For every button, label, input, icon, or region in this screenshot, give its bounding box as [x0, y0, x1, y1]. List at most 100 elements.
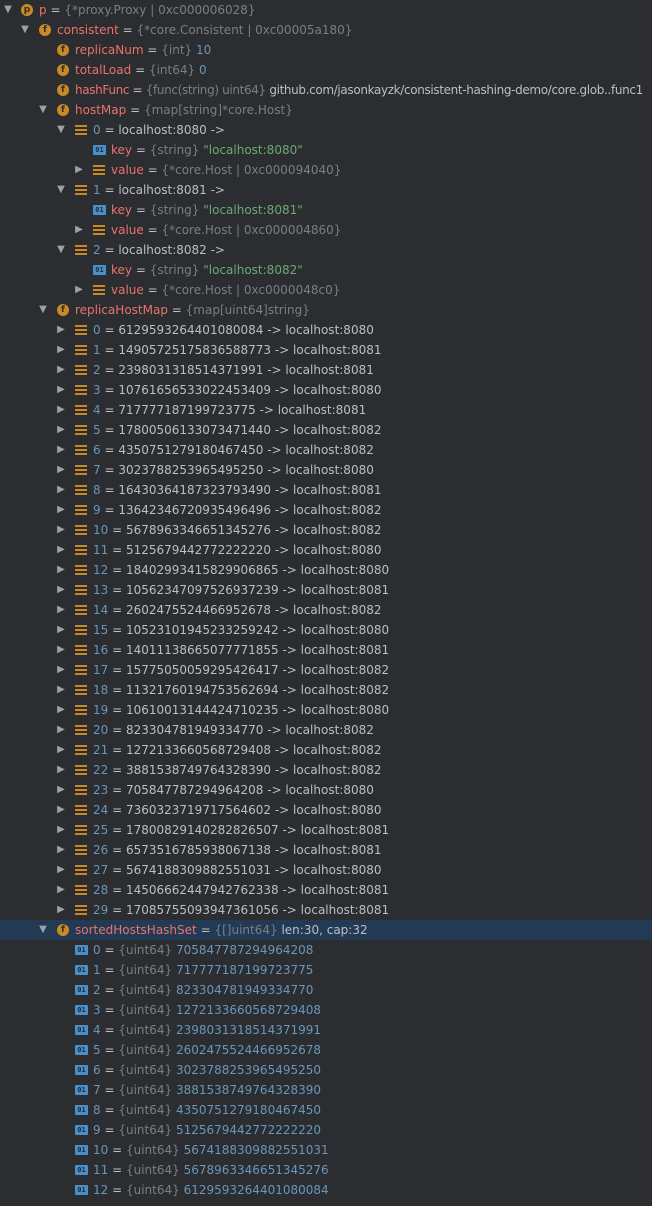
replica-map-entry[interactable]: ▶ 8 = 16430364187323793490 -> localhost:8… — [0, 480, 652, 500]
chevron-right-icon[interactable]: ▶ — [55, 780, 67, 800]
replica-map-entry[interactable]: ▶ 0 = 6129593264401080084 -> localhost:80… — [0, 320, 652, 340]
replica-map-entry[interactable]: ▶ 15 = 10523101945233259242 -> localhost:… — [0, 620, 652, 640]
replica-map-entry[interactable]: ▶ 10 = 5678963346651345276 -> localhost:8… — [0, 520, 652, 540]
chevron-right-icon[interactable]: ▶ — [55, 740, 67, 760]
replica-map-entry[interactable]: ▶ 4 = 717777187199723775 -> localhost:808… — [0, 400, 652, 420]
replica-map-entry[interactable]: ▶ 12 = 18402993415829906865 -> localhost:… — [0, 560, 652, 580]
chevron-right-icon[interactable]: ▶ — [55, 380, 67, 400]
chevron-right-icon[interactable]: ▶ — [55, 560, 67, 580]
chevron-right-icon[interactable]: ▶ — [55, 500, 67, 520]
chevron-right-icon[interactable]: ▶ — [55, 520, 67, 540]
replica-map-entry[interactable]: ▶ 28 = 14506662447942762338 -> localhost:… — [0, 880, 652, 900]
tree-row-replicaNum[interactable]: f replicaNum = {int} 10 — [0, 40, 652, 60]
slice-element[interactable]: 01 12 = {uint64} 6129593264401080084 — [0, 1180, 652, 1200]
slice-element[interactable]: 01 0 = {uint64} 705847787294964208 — [0, 940, 652, 960]
replica-map-entry[interactable]: ▶ 13 = 10562347097526937239 -> localhost:… — [0, 580, 652, 600]
entry-value-row[interactable]: ▶ value = {*core.Host | 0xc0000048c0} — [0, 280, 652, 300]
chevron-right-icon[interactable]: ▶ — [73, 280, 85, 300]
chevron-right-icon[interactable]: ▶ — [55, 620, 67, 640]
chevron-right-icon[interactable]: ▶ — [55, 720, 67, 740]
replica-map-entry[interactable]: ▶ 3 = 10761656533022453409 -> localhost:8… — [0, 380, 652, 400]
chevron-right-icon[interactable]: ▶ — [55, 540, 67, 560]
tree-row-sortedHostsHashSet[interactable]: ▼ f sortedHostsHashSet = {[]uint64} len:… — [0, 920, 652, 940]
chevron-right-icon[interactable]: ▶ — [73, 220, 85, 240]
replica-map-entry[interactable]: ▶ 29 = 17085755093947361056 -> localhost:… — [0, 900, 652, 920]
replica-map-entry[interactable]: ▶ 16 = 14011138665077771855 -> localhost:… — [0, 640, 652, 660]
replica-map-entry[interactable]: ▶ 14 = 2602475524466952678 -> localhost:8… — [0, 600, 652, 620]
chevron-right-icon[interactable]: ▶ — [73, 160, 85, 180]
tree-row-totalLoad[interactable]: f totalLoad = {int64} 0 — [0, 60, 652, 80]
chevron-right-icon[interactable]: ▶ — [55, 360, 67, 380]
replica-map-entry[interactable]: ▶ 22 = 3881538749764328390 -> localhost:8… — [0, 760, 652, 780]
replica-map-entry[interactable]: ▶ 7 = 3023788253965495250 -> localhost:80… — [0, 460, 652, 480]
replica-map-entry[interactable]: ▶ 6 = 4350751279180467450 -> localhost:80… — [0, 440, 652, 460]
chevron-down-icon[interactable]: ▼ — [37, 920, 49, 940]
chevron-right-icon[interactable]: ▶ — [55, 460, 67, 480]
replica-map-entry[interactable]: ▶ 11 = 5125679442772222220 -> localhost:8… — [0, 540, 652, 560]
chevron-right-icon[interactable]: ▶ — [55, 340, 67, 360]
replica-map-entry[interactable]: ▶ 23 = 705847787294964208 -> localhost:80… — [0, 780, 652, 800]
chevron-right-icon[interactable]: ▶ — [55, 680, 67, 700]
chevron-right-icon[interactable]: ▶ — [55, 880, 67, 900]
slice-element[interactable]: 01 10 = {uint64} 5674188309882551031 — [0, 1140, 652, 1160]
chevron-right-icon[interactable]: ▶ — [55, 400, 67, 420]
replica-map-entry[interactable]: ▶ 27 = 5674188309882551031 -> localhost:8… — [0, 860, 652, 880]
chevron-right-icon[interactable]: ▶ — [55, 840, 67, 860]
chevron-down-icon[interactable]: ▼ — [37, 300, 49, 320]
chevron-right-icon[interactable]: ▶ — [55, 440, 67, 460]
chevron-down-icon[interactable]: ▼ — [19, 20, 31, 40]
slice-element[interactable]: 01 3 = {uint64} 1272133660568729408 — [0, 1000, 652, 1020]
slice-element[interactable]: 01 7 = {uint64} 3881538749764328390 — [0, 1080, 652, 1100]
tree-row-consistent[interactable]: ▼ f consistent = {*core.Consistent | 0xc… — [0, 20, 652, 40]
replica-map-entry[interactable]: ▶ 20 = 823304781949334770 -> localhost:80… — [0, 720, 652, 740]
entry-key-row[interactable]: 01 key = {string} "localhost:8081" — [0, 200, 652, 220]
entry-value-row[interactable]: ▶ value = {*core.Host | 0xc000004860} — [0, 220, 652, 240]
slice-element[interactable]: 01 4 = {uint64} 2398031318514371991 — [0, 1020, 652, 1040]
chevron-right-icon[interactable]: ▶ — [55, 320, 67, 340]
slice-element[interactable]: 01 11 = {uint64} 5678963346651345276 — [0, 1160, 652, 1180]
replica-map-entry[interactable]: ▶ 5 = 17800506133073471440 -> localhost:8… — [0, 420, 652, 440]
chevron-right-icon[interactable]: ▶ — [55, 900, 67, 920]
replica-map-entry[interactable]: ▶ 24 = 7360323719717564602 -> localhost:8… — [0, 800, 652, 820]
slice-element[interactable]: 01 9 = {uint64} 5125679442772222220 — [0, 1120, 652, 1140]
replica-map-entry[interactable]: ▶ 21 = 1272133660568729408 -> localhost:8… — [0, 740, 652, 760]
slice-element[interactable]: 01 2 = {uint64} 823304781949334770 — [0, 980, 652, 1000]
chevron-right-icon[interactable]: ▶ — [55, 660, 67, 680]
chevron-down-icon[interactable]: ▼ — [55, 240, 67, 260]
slice-element[interactable]: 01 6 = {uint64} 3023788253965495250 — [0, 1060, 652, 1080]
replica-map-entry[interactable]: ▶ 9 = 13642346720935496496 -> localhost:8… — [0, 500, 652, 520]
tree-row-hashFunc[interactable]: f hashFunc = {func(string) uint64} githu… — [0, 80, 652, 100]
chevron-right-icon[interactable]: ▶ — [55, 860, 67, 880]
entry-key-row[interactable]: 01 key = {string} "localhost:8082" — [0, 260, 652, 280]
chevron-down-icon[interactable]: ▼ — [55, 180, 67, 200]
chevron-right-icon[interactable]: ▶ — [55, 640, 67, 660]
replica-map-entry[interactable]: ▶ 19 = 10610013144424710235 -> localhost:… — [0, 700, 652, 720]
tree-row-p[interactable]: ▼ p p = {*proxy.Proxy | 0xc000006028} — [0, 0, 652, 20]
chevron-down-icon[interactable]: ▼ — [37, 100, 49, 120]
chevron-right-icon[interactable]: ▶ — [55, 800, 67, 820]
map-entry[interactable]: ▼ 0 = localhost:8080 -> — [0, 120, 652, 140]
chevron-right-icon[interactable]: ▶ — [55, 580, 67, 600]
chevron-down-icon[interactable]: ▼ — [2, 0, 14, 20]
replica-map-entry[interactable]: ▶ 25 = 17800829140282826507 -> localhost:… — [0, 820, 652, 840]
replica-map-entry[interactable]: ▶ 2 = 2398031318514371991 -> localhost:80… — [0, 360, 652, 380]
slice-element[interactable]: 01 8 = {uint64} 4350751279180467450 — [0, 1100, 652, 1120]
replica-map-entry[interactable]: ▶ 17 = 15775050059295426417 -> localhost:… — [0, 660, 652, 680]
entry-key-row[interactable]: 01 key = {string} "localhost:8080" — [0, 140, 652, 160]
replica-map-entry[interactable]: ▶ 18 = 11321760194753562694 -> localhost:… — [0, 680, 652, 700]
slice-element[interactable]: 01 5 = {uint64} 2602475524466952678 — [0, 1040, 652, 1060]
tree-row-replicaHostMap[interactable]: ▼ f replicaHostMap = {map[uint64]string} — [0, 300, 652, 320]
chevron-down-icon[interactable]: ▼ — [55, 120, 67, 140]
replica-map-entry[interactable]: ▶ 26 = 6573516785938067138 -> localhost:8… — [0, 840, 652, 860]
chevron-right-icon[interactable]: ▶ — [55, 600, 67, 620]
chevron-right-icon[interactable]: ▶ — [55, 420, 67, 440]
chevron-right-icon[interactable]: ▶ — [55, 820, 67, 840]
map-entry[interactable]: ▼ 1 = localhost:8081 -> — [0, 180, 652, 200]
chevron-right-icon[interactable]: ▶ — [55, 480, 67, 500]
map-entry[interactable]: ▼ 2 = localhost:8082 -> — [0, 240, 652, 260]
chevron-right-icon[interactable]: ▶ — [55, 760, 67, 780]
chevron-right-icon[interactable]: ▶ — [55, 700, 67, 720]
tree-row-hostMap[interactable]: ▼ f hostMap = {map[string]*core.Host} — [0, 100, 652, 120]
entry-value-row[interactable]: ▶ value = {*core.Host | 0xc000094040} — [0, 160, 652, 180]
replica-map-entry[interactable]: ▶ 1 = 14905725175836588773 -> localhost:8… — [0, 340, 652, 360]
